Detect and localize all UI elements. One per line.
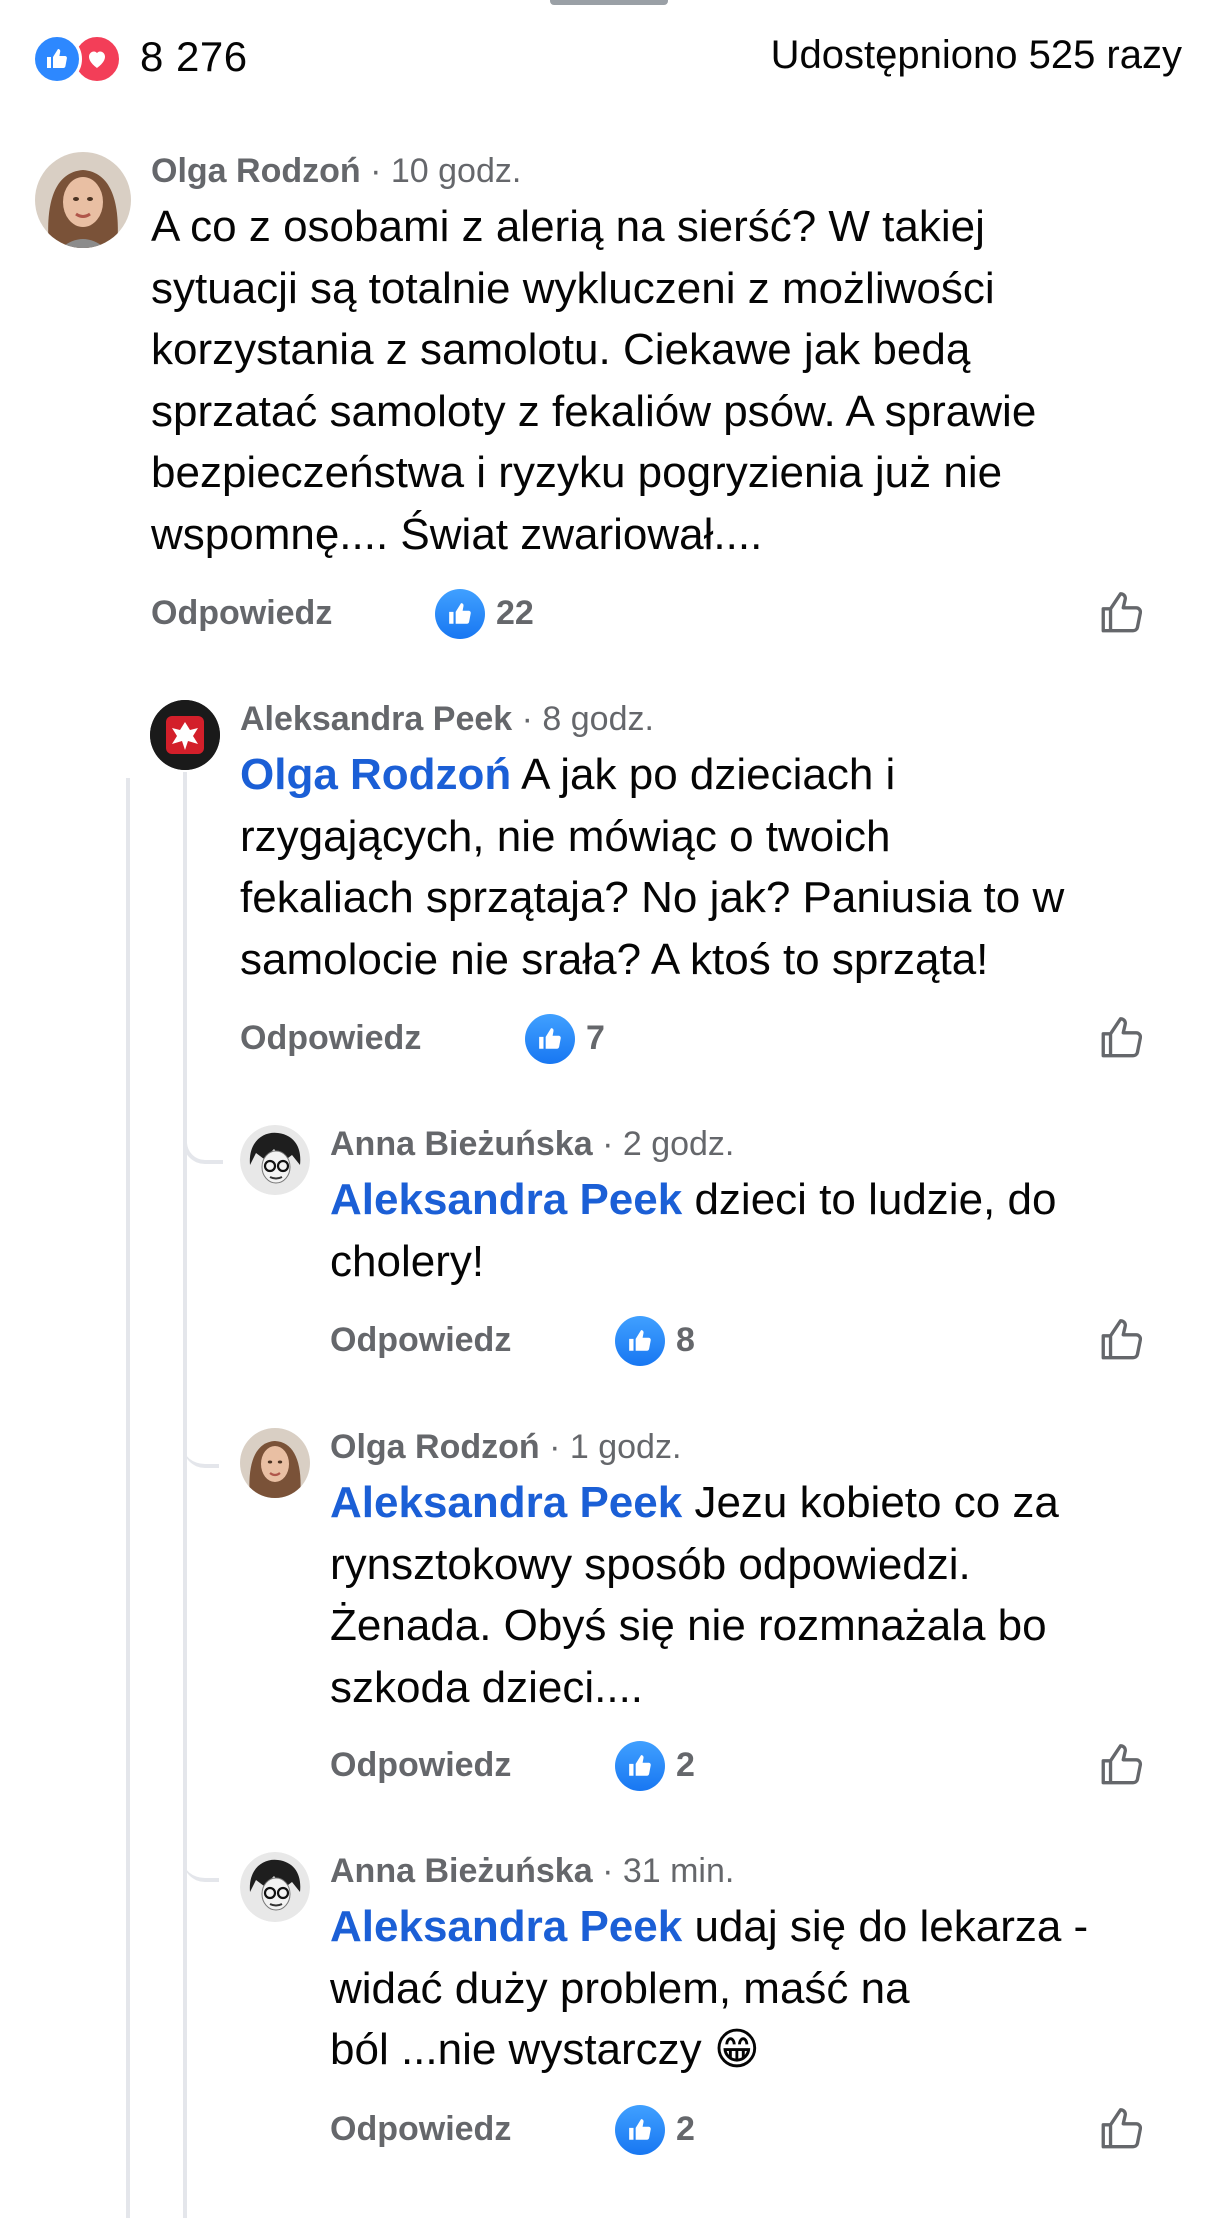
comment-meta: Olga Rodzoń · 1 godz. [330, 1428, 681, 1467]
like-count[interactable]: 2 [676, 2110, 695, 2149]
comment-time[interactable]: · 10 godz. [370, 152, 521, 190]
avatar[interactable] [150, 700, 220, 770]
comment-line: A co z osobami z alerią na sierść? W tak… [151, 202, 985, 251]
like-badge-icon[interactable] [615, 2105, 665, 2155]
reply-button[interactable]: Odpowiedz [151, 594, 332, 633]
comment-line: samolocie nie srała? A ktoś to sprząta! [240, 934, 989, 984]
comment-line: korzystania z samolotu. Ciekawe jak bedą [151, 325, 971, 374]
share-count[interactable]: Udostępniono 525 razy [771, 33, 1182, 78]
thread-curve [183, 1838, 219, 1882]
reply-button[interactable]: Odpowiedz [330, 1746, 511, 1785]
avatar[interactable] [240, 1428, 310, 1498]
comment-text: A co z osobami z alerią na sierść? W tak… [151, 196, 1036, 565]
comment-author[interactable]: Aleksandra Peek [240, 700, 512, 738]
comment-time[interactable]: · 1 godz. [549, 1428, 681, 1466]
comment-line: udaj się do lekarza - [682, 1902, 1089, 1951]
comment-meta: Olga Rodzoń · 10 godz. [151, 152, 521, 191]
mention-link[interactable]: Aleksandra Peek [330, 1478, 682, 1527]
like-badge-icon[interactable] [615, 1316, 665, 1366]
like-count[interactable]: 8 [676, 1321, 695, 1360]
mention-link[interactable]: Aleksandra Peek [330, 1902, 682, 1951]
reaction-icons[interactable] [32, 34, 128, 84]
thread-line-nested [183, 1150, 187, 2218]
like-badge-icon[interactable] [615, 1741, 665, 1791]
reply-button[interactable]: Odpowiedz [330, 1321, 511, 1360]
like-outline-icon[interactable] [1097, 1740, 1147, 1790]
like-icon [32, 34, 82, 84]
comment-author[interactable]: Olga Rodzoń [330, 1428, 540, 1466]
like-count[interactable]: 22 [496, 594, 534, 633]
thread-line-main [126, 778, 130, 2218]
like-badge-icon[interactable] [435, 589, 485, 639]
mention-link[interactable]: Aleksandra Peek [330, 1175, 682, 1224]
reaction-count[interactable]: 8 276 [140, 33, 248, 81]
mention-link[interactable]: Olga Rodzoń [240, 750, 511, 799]
avatar[interactable] [240, 1125, 310, 1195]
reactions-summary-bar: 8 276 Udostępniono 525 razy [0, 0, 1220, 115]
comment-line: A jak po dzieciach i [511, 750, 896, 799]
avatar[interactable] [240, 1852, 310, 1922]
like-outline-icon[interactable] [1097, 2104, 1147, 2154]
comment-line: szkoda dzieci.... [330, 1662, 644, 1712]
like-outline-icon[interactable] [1097, 1013, 1147, 1063]
comment-line: widać duży problem, maść na [330, 1963, 910, 2013]
comment-time[interactable]: · 31 min. [602, 1852, 734, 1890]
comment-line: cholery! [330, 1236, 485, 1286]
like-outline-icon[interactable] [1097, 1315, 1147, 1365]
thread-curve [183, 1424, 219, 1468]
comment-meta: Anna Bieżuńska · 2 godz. [330, 1125, 734, 1164]
comment-line: Żenada. Obyś się nie rozmnażala bo [330, 1601, 1047, 1650]
comment-text: Aleksandra Peek udaj się do lekarza - wi… [330, 1896, 1088, 2081]
like-count[interactable]: 2 [676, 1746, 695, 1785]
like-badge-icon[interactable] [525, 1014, 575, 1064]
comment-author[interactable]: Olga Rodzoń [151, 152, 361, 190]
comment-text: Aleksandra Peek Jezu kobieto co za rynsz… [330, 1472, 1059, 1718]
comment-line: dzieci to ludzie, do [682, 1175, 1057, 1224]
like-count[interactable]: 7 [586, 1019, 605, 1058]
comment-meta: Anna Bieżuńska · 31 min. [330, 1852, 734, 1891]
comment-line: ból ...nie wystarczy 😁 [330, 2025, 760, 2074]
reply-button[interactable]: Odpowiedz [240, 1019, 421, 1058]
avatar[interactable] [35, 152, 131, 248]
comment-text: Olga Rodzoń A jak po dzieciach i rzygają… [240, 744, 1064, 990]
comment-meta: Aleksandra Peek · 8 godz. [240, 700, 654, 739]
comment-line: Jezu kobieto co za [682, 1478, 1059, 1527]
thread-line-nested [183, 772, 187, 1152]
comment-author[interactable]: Anna Bieżuńska [330, 1125, 593, 1163]
comment-text: Aleksandra Peek dzieci to ludzie, do cho… [330, 1169, 1056, 1292]
comment-line: sytuacji są totalnie wykluczeni z możliw… [151, 263, 995, 313]
comment-time[interactable]: · 2 godz. [602, 1125, 734, 1163]
comment-line: fekaliach sprzątaja? No jak? Paniusia to… [240, 873, 1065, 922]
comment-time[interactable]: · 8 godz. [522, 700, 654, 738]
thread-curve [183, 1120, 223, 1164]
comment-line: rzygających, nie mówiąc o twoich [240, 811, 891, 861]
comment-line: bezpieczeństwa i ryzyku pogryzienia już … [151, 448, 1003, 497]
like-outline-icon[interactable] [1097, 588, 1147, 638]
comment-author[interactable]: Anna Bieżuńska [330, 1852, 593, 1890]
comment-line: sprzatać samoloty z fekaliów psów. A spr… [151, 386, 1037, 436]
comment-line: rynsztokowy sposób odpowiedzi. [330, 1539, 971, 1589]
reply-button[interactable]: Odpowiedz [330, 2110, 511, 2149]
comment-line: wspomnę.... Świat zwariował.... [151, 509, 763, 559]
